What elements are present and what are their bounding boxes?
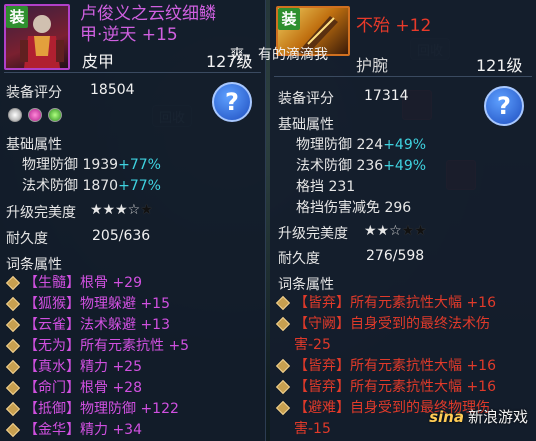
- attr-value: 1870: [82, 178, 119, 194]
- affix-row: 【皆弃】所有元素抗性大幅 +16: [275, 295, 496, 311]
- base-attr-row: 法术防御 1870+77%: [22, 175, 161, 195]
- item-level: 121级: [476, 56, 523, 75]
- item-title-line1: 卢俊义之云纹细鳞: [80, 4, 216, 24]
- diamond-icon: [5, 338, 21, 353]
- item-title: 不殆 +12: [356, 16, 432, 36]
- perfection-label: 升级完美度: [6, 205, 76, 221]
- diamond-icon: [5, 275, 21, 290]
- armor-icon: 装: [4, 4, 70, 70]
- diamond-icon: [275, 400, 291, 415]
- diamond-icon: [5, 380, 21, 395]
- diamond-icon: [275, 316, 291, 331]
- attr-name: 法术防御: [296, 158, 352, 174]
- affix-row: 【守阙】自身受到的最终法术伤: [275, 316, 490, 332]
- affix-row: 【皆弃】所有元素抗性大幅 +16: [275, 379, 496, 395]
- attr-bonus: +49%: [383, 158, 427, 174]
- divider: [274, 76, 532, 77]
- base-attr-row: 物理防御 1939+77%: [22, 154, 161, 174]
- affix-row: 【金华】精力 +34: [5, 422, 142, 438]
- affix-row: 【皆弃】所有元素抗性大幅 +16: [275, 358, 496, 374]
- affix-row: 【无为】所有元素抗性 +5: [5, 338, 189, 354]
- attr-value: 1939: [82, 157, 119, 173]
- affix-row: 【命门】根骨 +28: [5, 380, 142, 396]
- affix-row: 【真水】精力 +25: [5, 359, 142, 375]
- diamond-icon: [275, 358, 291, 373]
- perfection-stars: ★★☆★★: [364, 223, 427, 239]
- attr-bonus: +77%: [118, 157, 161, 173]
- attr-name: 物理防御: [296, 137, 352, 153]
- affix-row-continued: 害-25: [294, 337, 331, 353]
- attr-value: 224: [356, 137, 384, 153]
- base-attr-row: 格挡伤害减免 296: [296, 197, 411, 217]
- help-button[interactable]: ?: [484, 86, 524, 126]
- score-label: 装备评分: [278, 91, 334, 107]
- watermark: sina 新浪游戏: [429, 406, 528, 427]
- affix-row-continued: 害-15: [294, 421, 331, 437]
- perfection-label: 升级完美度: [278, 226, 348, 242]
- durability-label: 耐久度: [6, 231, 48, 247]
- base-attr-row: 格挡 231: [296, 176, 355, 196]
- chat-overlay-text: 爽，有的滴滴我: [230, 47, 328, 63]
- attr-name: 物理防御: [22, 157, 78, 173]
- sina-logo: sina: [429, 408, 464, 426]
- durability-value: 205/636: [92, 228, 151, 244]
- base-attr-label: 基础属性: [278, 117, 334, 133]
- attr-name: 格挡伤害减免: [296, 200, 380, 216]
- watermark-text: 新浪游戏: [467, 408, 528, 426]
- gem-icon: [28, 108, 42, 122]
- attr-value: 236: [356, 158, 384, 174]
- score-value: 18504: [90, 82, 135, 98]
- diamond-icon: [5, 422, 21, 437]
- equip-badge: 装: [278, 8, 300, 30]
- diamond-icon: [275, 379, 291, 394]
- durability-value: 276/598: [366, 248, 425, 264]
- item-slot: 皮甲: [82, 52, 115, 71]
- base-attr-row: 法术防御 236+49%: [296, 155, 426, 175]
- durability-label: 耐久度: [278, 251, 320, 267]
- score-value: 17314: [364, 88, 409, 104]
- help-button[interactable]: ?: [212, 82, 252, 122]
- score-label: 装备评分: [6, 85, 62, 101]
- attr-value: 296: [384, 200, 412, 216]
- item-tooltip-left: 装 卢俊义之云纹细鳞 甲·逆天 +15 皮甲 127级 装备评分 18504 ?…: [0, 0, 266, 441]
- diamond-icon: [5, 401, 21, 416]
- item-slot: 护腕: [356, 56, 389, 75]
- affix-row: 【抵御】物理防御 +122: [5, 401, 179, 417]
- diamond-icon: [5, 317, 21, 332]
- affix-row: 【生髓】根骨 +29: [5, 275, 142, 291]
- item-tooltip-right: 装 不殆 +12 护腕 121级 装备评分 17314 ? 基础属性 物理防御 …: [270, 0, 536, 441]
- affix-label: 词条属性: [6, 257, 62, 273]
- diamond-icon: [5, 359, 21, 374]
- affix-row: 【狐猴】物理躲避 +15: [5, 296, 170, 312]
- diamond-icon: [275, 295, 291, 310]
- equip-badge: 装: [6, 6, 28, 28]
- attr-value: 231: [328, 179, 356, 195]
- diamond-icon: [5, 296, 21, 311]
- attr-name: 法术防御: [22, 178, 78, 194]
- divider: [4, 72, 261, 73]
- perfection-stars: ★★★☆★: [90, 202, 153, 218]
- attr-bonus: +49%: [383, 137, 427, 153]
- attr-name: 格挡: [296, 179, 324, 195]
- base-attr-row: 物理防御 224+49%: [296, 134, 426, 154]
- gem-icon: [48, 108, 62, 122]
- base-attr-label: 基础属性: [6, 137, 62, 153]
- affix-label: 词条属性: [278, 277, 334, 293]
- affix-row: 【云雀】法术躲避 +13: [5, 317, 170, 333]
- attr-bonus: +77%: [118, 178, 161, 194]
- item-title-line2: 甲·逆天 +15: [80, 25, 178, 45]
- gem-icon: [8, 108, 22, 122]
